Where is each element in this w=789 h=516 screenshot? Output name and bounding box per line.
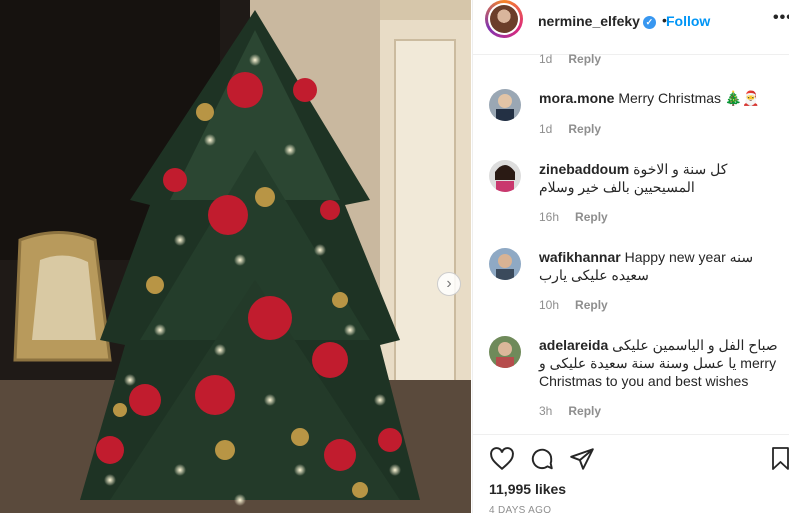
reply-button[interactable]: Reply [568, 122, 601, 136]
follow-button[interactable]: Follow [666, 13, 710, 29]
comment-time: 1d [539, 122, 553, 136]
comment-body: mora.mone Merry Christmas 🎄🎅 [539, 89, 779, 107]
comment-time: 10h [539, 298, 560, 312]
comment-time: 3h [539, 404, 553, 418]
comment-text: Merry Christmas 🎄🎅 [618, 90, 760, 106]
comment-icon[interactable] [529, 446, 555, 472]
reply-button[interactable]: Reply [568, 52, 601, 66]
reply-button[interactable]: Reply [568, 404, 601, 418]
commenter-avatar[interactable] [489, 248, 521, 280]
post-date: 4 DAYS AGO [489, 505, 552, 516]
comment-item: mora.mone Merry Christmas 🎄🎅 1d Reply [489, 89, 779, 141]
comment-meta: 1d Reply [539, 122, 601, 136]
comment-time: 16h [539, 210, 560, 224]
comment-body: adelareida صباح الفل و الياسمين عليكى يا… [539, 336, 779, 390]
post-header: nermine_elfeky✓ • Follow ••• [473, 0, 789, 40]
commenter-avatar[interactable] [489, 89, 521, 121]
comment-item: wafikhannar Happy new year سنه سعيده علي… [489, 248, 779, 318]
comment-item: adelareida صباح الفل و الياسمين عليكى يا… [489, 336, 779, 424]
commenter-avatar[interactable] [489, 160, 521, 192]
author-username-row[interactable]: nermine_elfeky ✓ [538, 13, 656, 29]
reply-button[interactable]: Reply [575, 298, 608, 312]
comments-panel: nermine_elfeky✓ • Follow ••• 1d Reply mor… [472, 0, 789, 516]
likes-count[interactable]: 11,995 likes [489, 481, 566, 497]
commenter-username[interactable]: wafikhannar [539, 249, 621, 265]
post-photo[interactable]: › [0, 0, 471, 513]
commenter-avatar[interactable] [489, 336, 521, 368]
author-username[interactable]: nermine_elfeky [538, 13, 640, 29]
comment-meta: 10h Reply [539, 298, 608, 312]
reply-button[interactable]: Reply [575, 210, 608, 224]
commenter-username[interactable]: mora.mone [539, 90, 614, 106]
actions-divider [473, 434, 789, 435]
next-photo-button[interactable]: › [437, 272, 461, 296]
heart-icon[interactable] [489, 446, 515, 472]
comment-body: zinebaddoum كل سنة و الاخوة المسيحيين با… [539, 160, 779, 196]
comment-time: 1d [539, 52, 553, 66]
comment-meta: 3h Reply [539, 404, 601, 418]
commenter-username[interactable]: zinebaddoum [539, 161, 629, 177]
comment-item: zinebaddoum كل سنة و الاخوة المسيحيين با… [489, 160, 779, 230]
more-options-button[interactable]: ••• [773, 9, 789, 27]
verified-icon: ✓ [642, 15, 656, 29]
comment-body: wafikhannar Happy new year سنه سعيده علي… [539, 248, 779, 284]
action-bar [473, 446, 789, 476]
bookmark-icon[interactable] [771, 446, 789, 472]
author-avatar[interactable] [485, 0, 523, 38]
chevron-right-icon: › [446, 275, 452, 292]
header-divider [473, 54, 789, 55]
commenter-username[interactable]: adelareida [539, 337, 608, 353]
comment-meta: 16h Reply [539, 210, 608, 224]
share-icon[interactable] [569, 446, 595, 472]
christmas-tree-image [0, 0, 471, 513]
previous-comment-meta: 1d Reply [539, 52, 601, 66]
